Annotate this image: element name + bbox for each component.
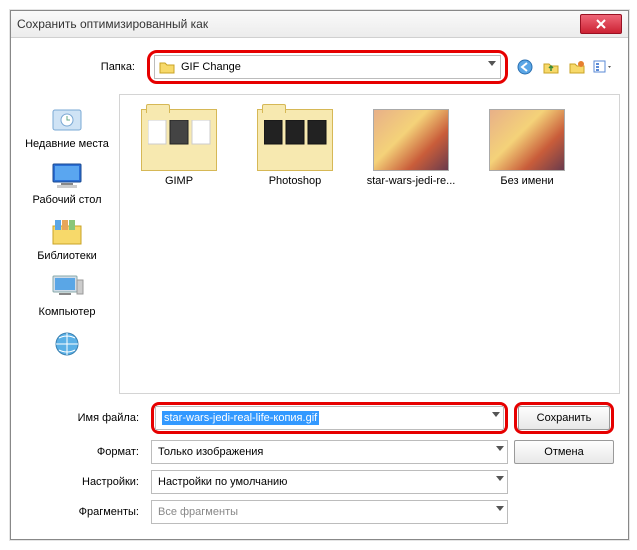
- libraries-icon: [49, 216, 85, 248]
- save-dialog: Сохранить оптимизированный как Папка: GI…: [10, 10, 629, 540]
- folder-icon: [257, 109, 333, 171]
- image-thumbnail-icon: [373, 109, 449, 171]
- cancel-button[interactable]: Отмена: [514, 440, 614, 464]
- save-button[interactable]: Сохранить: [518, 406, 610, 430]
- filename-highlight: star-wars-jedi-real-life-копия.gif: [151, 402, 508, 434]
- image-item[interactable]: star-wars-jedi-re...: [366, 109, 456, 187]
- desktop-icon: [49, 160, 85, 192]
- format-label: Формат:: [25, 446, 145, 458]
- image-thumbnail-icon: [489, 109, 565, 171]
- folder-icon: [159, 60, 175, 74]
- file-list[interactable]: GIMP Photoshop star-wars-jedi-re... Без …: [119, 94, 620, 394]
- folder-dropdown[interactable]: GIF Change: [154, 55, 501, 79]
- folder-name: GIF Change: [181, 61, 241, 73]
- close-button[interactable]: [580, 14, 622, 34]
- places-sidebar: Недавние места Рабочий стол Библиотеки К…: [19, 94, 115, 394]
- chevron-down-icon: [496, 506, 504, 511]
- fragments-dropdown[interactable]: Все фрагменты: [151, 500, 508, 524]
- place-network[interactable]: [19, 324, 115, 364]
- back-icon: [517, 59, 533, 75]
- settings-dropdown[interactable]: Настройки по умолчанию: [151, 470, 508, 494]
- folder-icon: [141, 109, 217, 171]
- save-highlight: Сохранить: [514, 402, 614, 434]
- up-button[interactable]: [540, 56, 562, 78]
- view-menu-button[interactable]: [592, 56, 614, 78]
- fragments-label: Фрагменты:: [25, 506, 145, 518]
- new-folder-button[interactable]: [566, 56, 588, 78]
- chevron-down-icon: [496, 476, 504, 481]
- folder-item[interactable]: GIMP: [134, 109, 224, 187]
- place-desktop[interactable]: Рабочий стол: [19, 156, 115, 210]
- chevron-down-icon: [496, 446, 504, 451]
- close-icon: [596, 19, 606, 29]
- computer-icon: [49, 272, 85, 304]
- toolbar-icons: [514, 56, 614, 78]
- folder-row: Папка: GIF Change: [19, 46, 620, 88]
- window-title: Сохранить оптимизированный как: [17, 17, 580, 31]
- network-icon: [49, 328, 85, 360]
- format-dropdown[interactable]: Только изображения: [151, 440, 508, 464]
- filename-label: Имя файла:: [25, 412, 145, 424]
- folder-item[interactable]: Photoshop: [250, 109, 340, 187]
- place-libraries[interactable]: Библиотеки: [19, 212, 115, 266]
- view-icon: [593, 59, 613, 75]
- chevron-down-icon: [488, 61, 496, 66]
- bottom-form: Имя файла: star-wars-jedi-real-life-копи…: [19, 394, 620, 532]
- place-recent[interactable]: Недавние места: [19, 100, 115, 154]
- new-folder-icon: [569, 59, 585, 75]
- place-computer[interactable]: Компьютер: [19, 268, 115, 322]
- back-button[interactable]: [514, 56, 536, 78]
- titlebar: Сохранить оптимизированный как: [11, 11, 628, 38]
- chevron-down-icon: [492, 412, 500, 417]
- folder-up-icon: [543, 59, 559, 75]
- recent-places-icon: [49, 104, 85, 136]
- folder-label: Папка:: [25, 61, 141, 73]
- filename-input[interactable]: star-wars-jedi-real-life-копия.gif: [155, 406, 504, 430]
- image-item[interactable]: Без имени: [482, 109, 572, 187]
- folder-highlight: GIF Change: [147, 50, 508, 84]
- settings-label: Настройки:: [25, 476, 145, 488]
